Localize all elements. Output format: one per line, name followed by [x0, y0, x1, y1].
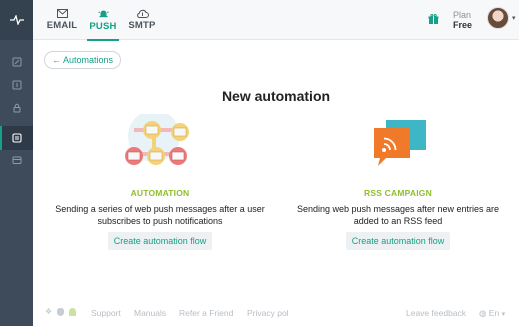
automation-card: AUTOMATION Sending a series of web push … — [50, 110, 270, 250]
footer: ❖ Support Manuals Refer a Friend Privacy… — [33, 300, 519, 326]
lock-icon — [13, 103, 20, 113]
automation-card-description: Sending a series of web push messages af… — [50, 204, 270, 227]
footer-link-manuals[interactable]: Manuals — [134, 308, 166, 318]
rss-campaign-card: RSS CAMPAIGN Sending web push messages a… — [288, 114, 508, 250]
avatar[interactable] — [487, 7, 509, 29]
plan-value: Free — [453, 20, 473, 30]
sidebar — [0, 0, 33, 326]
sidebar-item-edit[interactable] — [0, 50, 33, 74]
rss-card-description: Sending web push messages after new entr… — [288, 204, 508, 227]
chevron-down-icon[interactable]: ▾ — [512, 14, 516, 22]
edit-icon — [12, 57, 21, 67]
footer-link-support[interactable]: Support — [91, 308, 121, 318]
apple-icon[interactable] — [57, 307, 65, 316]
automation-icon — [11, 133, 22, 143]
create-automation-flow-button[interactable]: Create automation flow — [107, 232, 213, 250]
language-label: En — [488, 308, 500, 318]
rss-desc-line2: added to an RSS feed — [353, 215, 443, 226]
leave-feedback-link[interactable]: Leave feedback — [406, 308, 466, 318]
create-rss-flow-button[interactable]: Create automation flow — [345, 232, 451, 250]
pulse-logo[interactable] — [0, 0, 33, 40]
tab-email[interactable]: EMAIL — [47, 0, 77, 40]
rss-card-title: RSS CAMPAIGN — [364, 188, 432, 198]
footer-link-privacy[interactable]: Privacy pol — [247, 308, 289, 318]
form-icon — [12, 80, 21, 90]
plan-label: Plan — [453, 10, 472, 20]
cloud-icon — [136, 9, 149, 18]
wallet-icon — [12, 156, 21, 164]
sidebar-item-automation[interactable] — [0, 126, 33, 150]
globe-icon: ◍ — [479, 308, 487, 318]
automation-desc-line2: subscribes to push notifications — [97, 215, 223, 226]
sidebar-item-billing[interactable] — [0, 148, 33, 172]
gift-icon[interactable] — [428, 12, 439, 30]
envelope-icon — [56, 9, 68, 18]
plan-info[interactable]: Plan Free — [453, 10, 472, 30]
sidebar-item-security[interactable] — [0, 96, 33, 120]
top-header: EMAIL PUSH SMTP Plan Free ▾ — [33, 0, 519, 41]
windows-icon[interactable]: ❖ — [45, 307, 52, 316]
tab-smtp-label: SMTP — [128, 20, 156, 31]
android-icon[interactable] — [69, 307, 77, 316]
page-title: New automation — [221, 88, 331, 104]
tab-smtp[interactable]: SMTP — [127, 0, 157, 40]
automation-desc-line1: Sending a series of web push messages af… — [55, 204, 265, 214]
back-to-automations-button[interactable]: ← Automations — [44, 51, 122, 69]
chevron-down-icon: ▾ — [501, 311, 506, 318]
bell-icon — [97, 10, 109, 17]
footer-link-refer[interactable]: Refer a Friend — [179, 308, 233, 318]
rss-illustration — [288, 114, 508, 176]
rss-desc-line1: Sending web push messages after new entr… — [296, 204, 500, 214]
automation-card-title: AUTOMATION — [130, 188, 190, 198]
tab-push-label: PUSH — [89, 20, 117, 32]
sidebar-item-forms[interactable] — [0, 73, 33, 97]
language-selector[interactable]: ◍ En ▾ — [479, 308, 505, 319]
platform-icons: ❖ — [45, 307, 77, 316]
tab-email-label: EMAIL — [46, 20, 78, 31]
tab-push[interactable]: PUSH — [87, 0, 119, 41]
automation-flow-illustration — [50, 110, 270, 176]
